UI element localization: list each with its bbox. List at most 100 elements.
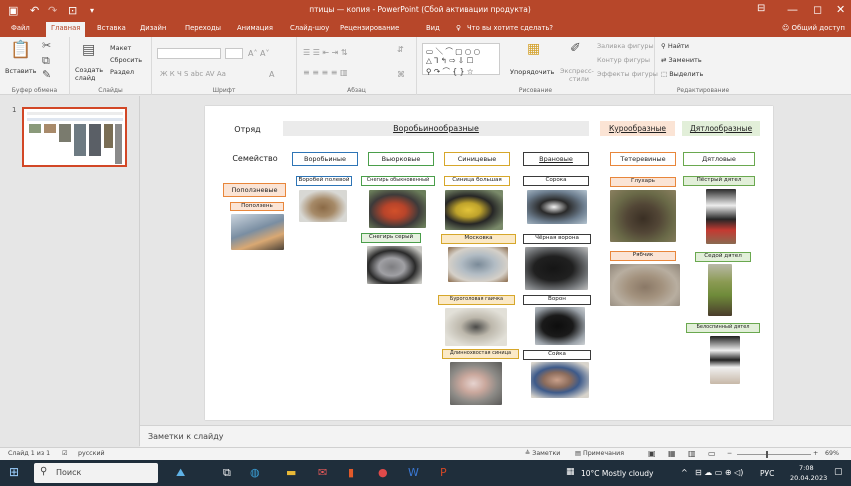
paste-icon[interactable]: 📋 bbox=[10, 40, 31, 60]
tell-me-input[interactable]: Что вы хотите сделать? bbox=[467, 24, 553, 32]
slide-sorter-icon[interactable]: ▦ bbox=[668, 449, 676, 458]
bird-label-white-backed-woodpecker[interactable]: Белоспинный дятел bbox=[686, 323, 760, 333]
bird-label-hazel-grouse[interactable]: Рябчик bbox=[610, 251, 676, 261]
spellcheck-icon[interactable]: ☑ bbox=[62, 450, 68, 457]
new-slide-button-line2[interactable]: слайд bbox=[75, 74, 95, 82]
raven-photo[interactable] bbox=[535, 307, 585, 345]
bird-label-coal-tit[interactable]: Московка bbox=[441, 234, 516, 244]
shapes-gallery[interactable]: ▭ ＼ ⌒ ▢ ○ ○ △ ⅂ ↰ ⇨ ⇩ ☐ ⚲ ↷ ⌒ { } ☆ bbox=[422, 43, 500, 76]
slideshow-view-icon[interactable]: ▭ bbox=[708, 449, 716, 458]
reset-button[interactable]: Сбросить bbox=[110, 56, 142, 64]
ribbon-display-options-icon[interactable]: ⊟ bbox=[757, 3, 765, 14]
align-icons[interactable]: ≡ ≡ ≡ ≡ ▥ bbox=[303, 68, 348, 77]
zoom-slider-thumb[interactable] bbox=[766, 451, 768, 458]
zoom-level[interactable]: 69% bbox=[825, 450, 839, 457]
capercaillie-photo[interactable] bbox=[610, 190, 676, 242]
tab-view[interactable]: Вид bbox=[426, 24, 440, 32]
family-corvidae[interactable]: Врановые bbox=[523, 152, 589, 166]
keyboard-language[interactable]: РУС bbox=[760, 469, 774, 478]
shape-outline-button[interactable]: Контур фигуры bbox=[597, 56, 650, 64]
shape-effects-button[interactable]: Эффекты фигуры bbox=[597, 70, 658, 78]
grey-bullfinch-photo[interactable] bbox=[367, 246, 422, 284]
windows-start-icon[interactable]: ⊞ bbox=[9, 465, 19, 479]
format-painter-icon[interactable]: ✎ bbox=[42, 68, 51, 81]
clock-date[interactable]: 20.04.2023 bbox=[790, 474, 827, 482]
bird-label-magpie[interactable]: Сорока bbox=[523, 176, 589, 186]
powerpoint-icon[interactable]: P bbox=[440, 466, 447, 479]
redo-icon[interactable]: ↷ bbox=[48, 4, 57, 17]
bird-label-bullfinch[interactable]: Снегирь обыкновенный bbox=[361, 176, 435, 186]
comments-toggle[interactable]: ▤ Примечания bbox=[575, 450, 624, 457]
task-view-icon[interactable]: ⧉ bbox=[223, 466, 231, 480]
order-galliformes[interactable]: Курообразные bbox=[600, 121, 675, 136]
family-label[interactable]: Семейство bbox=[225, 152, 285, 166]
weather-text[interactable]: 10°C Mostly cloudy bbox=[581, 469, 653, 478]
bird-label-jay[interactable]: Сойка bbox=[523, 350, 591, 360]
great-spotted-woodpecker-photo[interactable] bbox=[706, 189, 736, 244]
tray-overflow-icon[interactable]: ^ bbox=[681, 468, 688, 477]
text-direction-icon[interactable]: ⇵ bbox=[397, 45, 404, 54]
undo-icon[interactable]: ↶ bbox=[30, 4, 39, 17]
arrange-button[interactable]: Упорядочить bbox=[510, 68, 554, 76]
white-backed-woodpecker-photo[interactable] bbox=[710, 336, 740, 384]
order-passeriformes[interactable]: Воробьинообразные bbox=[283, 121, 589, 136]
magpie-photo[interactable] bbox=[527, 190, 587, 224]
tree-sparrow-photo[interactable] bbox=[299, 190, 347, 222]
normal-view-icon[interactable]: ▣ bbox=[648, 449, 656, 458]
start-from-beginning-icon[interactable]: ⊡ bbox=[68, 4, 77, 17]
notes-pane[interactable]: Заметки к слайду bbox=[140, 425, 851, 447]
quick-styles-button-line1[interactable]: Экспресс- bbox=[560, 67, 594, 75]
copy-icon[interactable]: ⧉ bbox=[42, 54, 50, 68]
clock-time[interactable]: 7:08 bbox=[799, 464, 814, 472]
zoom-out-icon[interactable]: − bbox=[727, 450, 732, 457]
save-icon[interactable]: ▣ bbox=[8, 4, 18, 17]
order-piciformes[interactable]: Дятлообразные bbox=[682, 121, 760, 136]
bird-label-raven[interactable]: Ворон bbox=[523, 295, 591, 305]
smartart-icon[interactable]: ⌘ bbox=[397, 70, 405, 79]
bird-label-willow-tit[interactable]: Буроголовая гаичка bbox=[438, 295, 515, 305]
tab-review[interactable]: Рецензирование bbox=[340, 24, 399, 32]
tab-design[interactable]: Дизайн bbox=[140, 24, 166, 32]
tab-slideshow[interactable]: Слайд-шоу bbox=[290, 24, 329, 32]
nuthatch-photo[interactable] bbox=[231, 214, 284, 250]
tab-home[interactable]: Главная bbox=[46, 22, 86, 37]
slide-canvas[interactable]: Отряд Воробьинообразные Курообразные Дят… bbox=[205, 106, 773, 420]
tab-animations[interactable]: Анимация bbox=[237, 24, 273, 32]
tab-file[interactable]: Файл bbox=[11, 24, 30, 32]
weather-icon[interactable]: ▦ bbox=[566, 467, 575, 477]
hazel-grouse-photo[interactable] bbox=[610, 264, 680, 306]
grey-headed-woodpecker-photo[interactable] bbox=[708, 264, 732, 316]
great-tit-photo[interactable] bbox=[445, 190, 503, 230]
edge-icon[interactable]: ◍ bbox=[250, 466, 260, 479]
language-indicator[interactable]: русский bbox=[78, 450, 105, 457]
file-explorer-icon[interactable]: ▬ bbox=[286, 466, 296, 479]
family-picidae[interactable]: Дятловые bbox=[683, 152, 755, 166]
family-paridae[interactable]: Синицевые bbox=[444, 152, 510, 166]
font-size-input[interactable] bbox=[225, 48, 243, 59]
bird-label-tree-sparrow[interactable]: Воробей полевой bbox=[296, 176, 352, 186]
list-icons[interactable]: ☰ ☰ ⇤ ⇥ ⇅ bbox=[303, 48, 348, 57]
font-color-icon[interactable]: A bbox=[269, 70, 274, 79]
order-label[interactable]: Отряд bbox=[225, 122, 270, 138]
zoom-in-icon[interactable]: + bbox=[813, 450, 818, 457]
new-slide-button-line1[interactable]: Создать bbox=[75, 66, 103, 74]
family-fringillidae[interactable]: Вьюрковые bbox=[368, 152, 434, 166]
family-sittidae[interactable]: Поползневые bbox=[223, 183, 286, 197]
minimize-icon[interactable]: — bbox=[787, 3, 798, 16]
bird-label-grey-headed-woodpecker[interactable]: Седой дятел bbox=[695, 252, 751, 262]
bird-label-nuthatch[interactable]: Поползень bbox=[230, 202, 284, 211]
qat-customize-icon[interactable]: ▾ bbox=[90, 6, 94, 15]
reading-view-icon[interactable]: ▥ bbox=[688, 449, 696, 458]
section-button[interactable]: Раздел bbox=[110, 68, 134, 76]
shape-fill-button[interactable]: Заливка фигуры bbox=[597, 42, 654, 50]
font-format-icons[interactable]: Ж К Ч S abc AV Aa bbox=[160, 70, 226, 78]
slide-thumbnail[interactable] bbox=[22, 107, 127, 167]
tray-icons[interactable]: ⊟ ☁ ▭ ⊕ ◁) bbox=[695, 468, 743, 477]
bird-label-long-tailed-tit[interactable]: Длиннохвостая синица bbox=[442, 349, 519, 359]
notes-toggle[interactable]: ≜ Заметки bbox=[525, 450, 560, 457]
cut-icon[interactable]: ✂ bbox=[42, 39, 51, 52]
close-icon[interactable]: ✕ bbox=[836, 3, 845, 16]
tab-transitions[interactable]: Переходы bbox=[185, 24, 221, 32]
notifications-icon[interactable]: ▢ bbox=[834, 467, 843, 477]
office-icon[interactable]: ▮ bbox=[348, 466, 354, 479]
